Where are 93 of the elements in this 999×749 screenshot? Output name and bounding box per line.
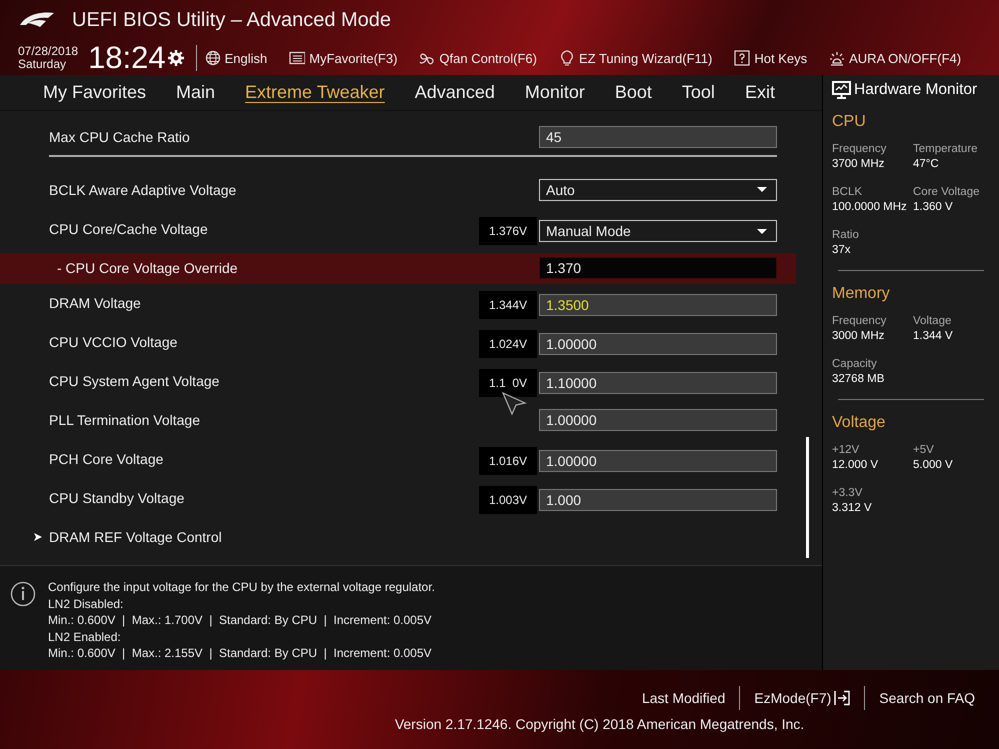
input-field[interactable]: 1.370 xyxy=(539,257,777,280)
input-field[interactable]: 1.00000 xyxy=(539,333,777,356)
stat-label: Voltage xyxy=(913,315,952,327)
stat-value: 5.000 V xyxy=(913,459,953,471)
input-field[interactable]: 1.3500 xyxy=(539,294,777,316)
globe-icon xyxy=(204,50,221,66)
menu-tab[interactable]: Extreme Tweaker xyxy=(233,82,397,103)
settings-icon[interactable] xyxy=(168,50,184,66)
stat-label: BCLK xyxy=(832,186,862,198)
stat-value: 1.344 V xyxy=(913,330,953,342)
toolbar-button[interactable]: English xyxy=(204,50,268,66)
help-text: Min.: 0.600V | Max.: 2.155V | Standard: By CPU | Increment: 0.005V xyxy=(48,645,433,662)
menu-tab[interactable]: Advanced xyxy=(402,82,507,103)
dropdown[interactable]: Manual Mode xyxy=(539,220,777,242)
window-title: UEFI BIOS Utility – Advanced Mode xyxy=(72,8,392,32)
input-field[interactable]: 45 xyxy=(539,126,777,148)
footer-link[interactable]: Last Modified xyxy=(628,690,740,706)
voltage-reading: 1.376V xyxy=(479,216,537,245)
input-field[interactable]: 1.00000 xyxy=(539,408,777,431)
toolbar-button[interactable]: MyFavorite(F3) xyxy=(289,50,398,66)
clock-time: 18:24 xyxy=(88,42,166,74)
voltage-reading: 1.016V xyxy=(479,446,537,475)
toolbar-button[interactable]: Qfan Control(F6) xyxy=(419,50,537,66)
stat-value: 1.360 V xyxy=(913,201,953,213)
stat-value: 3000 MHz xyxy=(832,330,884,342)
setting-label: PLL Termination Voltage xyxy=(49,410,201,430)
stat-label: Capacity xyxy=(832,358,877,370)
info-icon xyxy=(10,581,36,608)
voltage-reading: 1.024V xyxy=(479,330,537,358)
voltage-reading: 1.344V xyxy=(479,290,537,319)
menu-tab[interactable]: My Favorites xyxy=(31,82,158,103)
scroll-bar[interactable] xyxy=(806,436,809,558)
footer-link[interactable]: EzMode(F7) xyxy=(740,690,864,706)
date-text: 07/28/2018 xyxy=(18,45,78,58)
input-field[interactable]: 1.00000 xyxy=(539,450,777,472)
stat-value: 100.0000 MHz xyxy=(832,201,907,213)
stat-value: 32768 MB xyxy=(832,373,884,385)
toolbar-button[interactable]: Hot Keys xyxy=(734,50,808,66)
stat-label: Temperature xyxy=(913,143,978,155)
setting-label: DRAM Voltage xyxy=(49,294,142,313)
stat-value: 37x xyxy=(832,244,851,256)
lamp-icon xyxy=(829,50,846,66)
monitor-icon xyxy=(832,81,851,99)
setting-label: - CPU Core Voltage Override xyxy=(56,259,239,278)
setting-label: CPU VCCIO Voltage xyxy=(49,332,178,352)
input-field[interactable]: 1.000 xyxy=(539,489,777,512)
input-field[interactable]: 1.10000 xyxy=(539,372,777,394)
menu-tab[interactable]: Monitor xyxy=(512,82,597,103)
exit-icon xyxy=(834,690,850,706)
setting-label: PCH Core Voltage xyxy=(49,450,164,469)
help-text: Min.: 0.600V | Max.: 1.700V | Standard: By CPU | Increment: 0.005V xyxy=(48,612,433,629)
stat-label: +5V xyxy=(913,444,934,456)
voltage-reading: 1.1 0V xyxy=(479,368,537,397)
stat-label: +3.3V xyxy=(832,487,862,499)
list-icon xyxy=(289,50,306,66)
stat-value: 12.000 V xyxy=(832,459,878,471)
menu-tab[interactable]: Tool xyxy=(670,82,727,103)
setting-label: CPU Core/Cache Voltage xyxy=(49,220,209,239)
stat-value: 3.312 V xyxy=(832,502,872,514)
stat-label: Ratio xyxy=(832,229,859,241)
section-title: Voltage xyxy=(832,414,886,432)
stat-label: Frequency xyxy=(832,315,886,327)
day-text: Saturday xyxy=(18,58,68,71)
menu-tab[interactable]: Exit xyxy=(732,82,787,103)
setting-label: BCLK Aware Adaptive Voltage xyxy=(49,180,238,200)
help-text: LN2 Enabled: xyxy=(48,628,122,646)
section-title: Memory xyxy=(832,285,890,303)
submenu-link[interactable]: DRAM REF Voltage Control xyxy=(43,526,777,548)
setting-label: CPU System Agent Voltage xyxy=(49,372,220,391)
help-text: Configure the input voltage for the CPU by the external voltage regulator. xyxy=(48,579,435,596)
help-icon xyxy=(734,50,750,66)
setting-label: Max CPU Cache Ratio xyxy=(49,128,191,147)
setting-label: CPU Standby Voltage xyxy=(49,488,186,508)
menu-tab[interactable]: Main xyxy=(164,82,228,103)
toolbar-button[interactable]: EZ Tuning Wizard(F11) xyxy=(558,50,712,66)
help-text: LN2 Disabled: xyxy=(48,596,124,612)
voltage-reading: 1.003V xyxy=(479,486,537,514)
dropdown[interactable]: Auto xyxy=(539,178,777,201)
stat-label: Core Voltage xyxy=(913,186,980,198)
bulb-icon xyxy=(558,50,575,66)
stat-value: 47°C xyxy=(913,158,939,170)
panel-title: Hardware Monitor xyxy=(854,81,978,99)
version-text: Version 2.17.1246. Copyright (C) 2018 American Megatrends, Inc. xyxy=(394,716,804,732)
caret-icon xyxy=(756,228,768,235)
stat-value: 3700 MHz xyxy=(832,158,884,170)
stat-label: +12V xyxy=(832,444,860,456)
footer-link[interactable]: Search on FAQ xyxy=(865,690,989,706)
stat-label: Frequency xyxy=(832,143,886,155)
section-title: CPU xyxy=(832,113,866,131)
arrow-icon xyxy=(33,532,43,542)
toolbar-button[interactable]: AURA ON/OFF(F4) xyxy=(829,50,962,66)
caret-icon xyxy=(756,186,768,194)
menu-tab[interactable]: Boot xyxy=(602,82,664,103)
